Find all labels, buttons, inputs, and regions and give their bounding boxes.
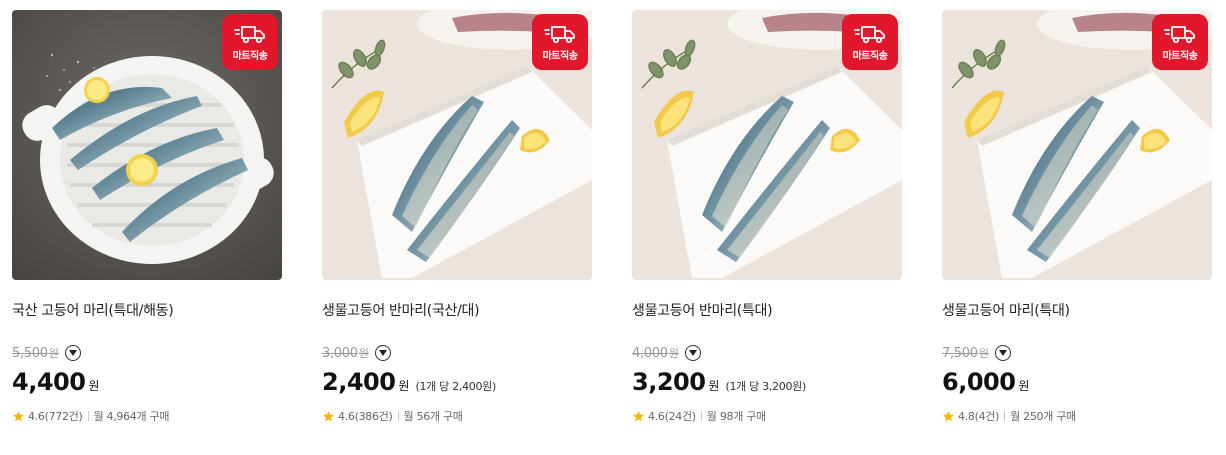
badge-label: 마트직송	[542, 50, 578, 62]
unit-price: (1개 당 2,400원)	[415, 380, 496, 393]
product-meta: 4.6 (386건) 월 56개 구매	[322, 408, 463, 424]
star-icon	[633, 410, 644, 421]
sale-price-row: 4,400 원	[12, 368, 99, 398]
product-list: 마트직송 국산 고등어 마리(특대/해동) 5,500 원 4,400 원 4.…	[12, 10, 1222, 450]
original-price: 7,500	[942, 345, 978, 361]
original-price: 5,500	[12, 345, 48, 361]
sale-price: 4,400	[12, 368, 86, 396]
product-card[interactable]: 마트직송 생물고등어 마리(특대) 7,500 원 6,000 원 4.8 (4…	[942, 10, 1212, 440]
sale-price-row: 3,200 원 (1개 당 3,200원)	[632, 368, 806, 398]
original-price: 4,000	[632, 345, 668, 361]
caret-down-icon	[378, 350, 387, 356]
original-price-unit: 원	[978, 347, 989, 360]
meta-divider	[1004, 411, 1006, 421]
badge-label: 마트직송	[232, 50, 268, 62]
star-icon	[13, 410, 24, 421]
sale-price: 6,000	[942, 368, 1016, 396]
delivery-truck-icon	[854, 25, 885, 43]
review-count: (386건)	[354, 410, 393, 423]
monthly-sales: 월 4,964개 구매	[93, 410, 170, 423]
rating: 4.6	[338, 409, 355, 423]
price-detail-toggle[interactable]	[684, 345, 701, 361]
product-image[interactable]: 마트직송	[942, 10, 1212, 280]
product-card[interactable]: 마트직송 생물고등어 반마리(특대) 4,000 원 3,200 원 (1개 당…	[632, 10, 902, 440]
mart-direct-badge: 마트직송	[1152, 14, 1208, 70]
star-icon	[323, 410, 334, 421]
product-name[interactable]: 생물고등어 마리(특대)	[942, 300, 1070, 320]
product-image[interactable]: 마트직송	[322, 10, 592, 280]
original-price-unit: 원	[48, 347, 59, 360]
original-price-row: 4,000 원	[632, 344, 701, 362]
rating: 4.6	[28, 409, 45, 423]
product-image[interactable]: 마트직송	[632, 10, 902, 280]
caret-down-icon	[688, 350, 697, 356]
product-meta: 4.8 (4건) 월 250개 구매	[942, 408, 1076, 424]
delivery-truck-icon	[234, 25, 265, 43]
meta-divider	[397, 411, 399, 421]
product-meta: 4.6 (772건) 월 4,964개 구매	[12, 408, 169, 424]
meta-divider	[87, 411, 89, 421]
sale-price: 3,200	[632, 368, 706, 396]
badge-label: 마트직송	[852, 50, 888, 62]
sale-price-unit: 원	[398, 379, 410, 393]
caret-down-icon	[998, 350, 1007, 356]
original-price-row: 5,500 원	[12, 344, 81, 362]
price-detail-toggle[interactable]	[374, 345, 391, 361]
price-detail-toggle[interactable]	[64, 345, 81, 361]
original-price-unit: 원	[358, 347, 369, 360]
mart-direct-badge: 마트직송	[222, 14, 278, 70]
rating: 4.8	[958, 409, 975, 423]
original-price-row: 7,500 원	[942, 344, 1011, 362]
review-count: (772건)	[44, 410, 83, 423]
delivery-truck-icon	[544, 25, 575, 43]
unit-price: (1개 당 3,200원)	[725, 380, 806, 393]
product-card[interactable]: 마트직송 국산 고등어 마리(특대/해동) 5,500 원 4,400 원 4.…	[12, 10, 282, 440]
original-price-row: 3,000 원	[322, 344, 391, 362]
caret-down-icon	[68, 350, 77, 356]
product-meta: 4.6 (24건) 월 98개 구매	[632, 408, 766, 424]
sale-price: 2,400	[322, 368, 396, 396]
rating: 4.6	[648, 409, 665, 423]
review-count: (4건)	[974, 410, 1000, 423]
product-name[interactable]: 국산 고등어 마리(특대/해동)	[12, 300, 174, 320]
product-name[interactable]: 생물고등어 반마리(특대)	[632, 300, 773, 320]
sale-price-unit: 원	[1018, 379, 1030, 393]
monthly-sales: 월 250개 구매	[1010, 410, 1076, 423]
price-detail-toggle[interactable]	[994, 345, 1011, 361]
sale-price-row: 2,400 원 (1개 당 2,400원)	[322, 368, 496, 398]
sale-price-unit: 원	[88, 379, 100, 393]
product-card[interactable]: 마트직송 생물고등어 반마리(국산/대) 3,000 원 2,400 원 (1개…	[322, 10, 592, 440]
product-name[interactable]: 생물고등어 반마리(국산/대)	[322, 300, 480, 320]
mart-direct-badge: 마트직송	[532, 14, 588, 70]
star-icon	[943, 410, 954, 421]
mart-direct-badge: 마트직송	[842, 14, 898, 70]
monthly-sales: 월 56개 구매	[403, 410, 463, 423]
product-image[interactable]: 마트직송	[12, 10, 282, 280]
sale-price-row: 6,000 원	[942, 368, 1029, 398]
sale-price-unit: 원	[708, 379, 720, 393]
original-price: 3,000	[322, 345, 358, 361]
meta-divider	[700, 411, 702, 421]
review-count: (24건)	[664, 410, 697, 423]
delivery-truck-icon	[1164, 25, 1195, 43]
original-price-unit: 원	[668, 347, 679, 360]
badge-label: 마트직송	[1162, 50, 1198, 62]
monthly-sales: 월 98개 구매	[706, 410, 766, 423]
